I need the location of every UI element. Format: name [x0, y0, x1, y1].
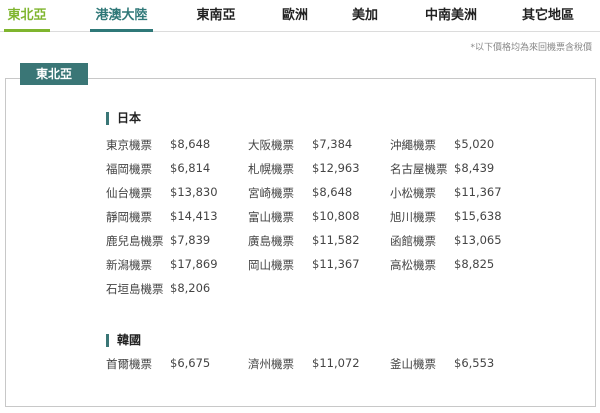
fare-price: $15,638 [454, 209, 502, 223]
fare-city[interactable]: 富山機票 [248, 209, 294, 225]
fare-city[interactable]: 新潟機票 [106, 257, 152, 273]
price-note: *以下價格均為來回機票含稅價 [470, 43, 592, 53]
fare-city[interactable]: 石垣島機票 [106, 281, 164, 297]
fare-city[interactable]: 首爾機票 [106, 356, 152, 372]
fare-price: $12,963 [312, 161, 360, 175]
fare-city[interactable]: 東京機票 [106, 137, 152, 153]
tab-latin-america[interactable]: 中南美洲 [422, 0, 480, 32]
fare-price: $11,367 [312, 257, 360, 271]
fare-price: $5,020 [454, 137, 495, 151]
fare-price: $6,553 [454, 356, 495, 370]
fare-city[interactable]: 靜岡機票 [106, 209, 152, 225]
fare-price: $7,839 [170, 233, 211, 247]
section-label: 東北亞 [20, 63, 88, 85]
fare-city[interactable]: 小松機票 [390, 185, 436, 201]
fare-city[interactable]: 大阪機票 [248, 137, 294, 153]
fare-city[interactable]: 宮崎機票 [248, 185, 294, 201]
fare-panel [5, 78, 596, 407]
fare-city[interactable]: 旭川機票 [390, 209, 436, 225]
region-tabs: 東北亞 港澳大陸 東南亞 歐洲 美加 中南美洲 其它地區 [0, 0, 600, 32]
fare-price: $8,825 [454, 257, 495, 271]
country-heading-japan: 日本 [106, 112, 141, 125]
fare-price: $11,367 [454, 185, 502, 199]
tab-other-regions[interactable]: 其它地區 [519, 0, 577, 32]
fare-price: $8,206 [170, 281, 211, 295]
fare-price: $14,413 [170, 209, 218, 223]
fare-price: $10,808 [312, 209, 360, 223]
fare-city[interactable]: 高松機票 [390, 257, 436, 273]
fare-city[interactable]: 仙台機票 [106, 185, 152, 201]
fare-city[interactable]: 釜山機票 [390, 356, 436, 372]
fare-price: $8,439 [454, 161, 495, 175]
fare-city[interactable]: 廣島機票 [248, 233, 294, 249]
tab-northeast-asia[interactable]: 東北亞 [4, 0, 50, 32]
fare-city[interactable]: 札幌機票 [248, 161, 294, 177]
fare-price: $8,648 [312, 185, 353, 199]
fare-price: $11,072 [312, 356, 360, 370]
fare-price: $13,065 [454, 233, 502, 247]
tab-us-canada[interactable]: 美加 [350, 0, 380, 32]
fare-city[interactable]: 名古屋機票 [390, 161, 448, 177]
country-heading-korea: 韓國 [106, 334, 141, 347]
fare-city[interactable]: 岡山機票 [248, 257, 294, 273]
fare-city[interactable]: 福岡機票 [106, 161, 152, 177]
fare-city[interactable]: 濟州機票 [248, 356, 294, 372]
fare-price: $8,648 [170, 137, 211, 151]
fare-price: $17,869 [170, 257, 218, 271]
tab-hk-macau-china[interactable]: 港澳大陸 [90, 0, 153, 32]
tab-europe[interactable]: 歐洲 [280, 0, 310, 32]
fare-city[interactable]: 沖繩機票 [390, 137, 436, 153]
fare-price: $6,675 [170, 356, 211, 370]
fare-city[interactable]: 函館機票 [390, 233, 436, 249]
fare-price: $13,830 [170, 185, 218, 199]
fare-price: $6,814 [170, 161, 211, 175]
fare-city[interactable]: 鹿兒島機票 [106, 233, 164, 249]
fare-price: $11,582 [312, 233, 360, 247]
fare-price: $7,384 [312, 137, 353, 151]
tab-southeast-asia[interactable]: 東南亞 [194, 0, 238, 32]
